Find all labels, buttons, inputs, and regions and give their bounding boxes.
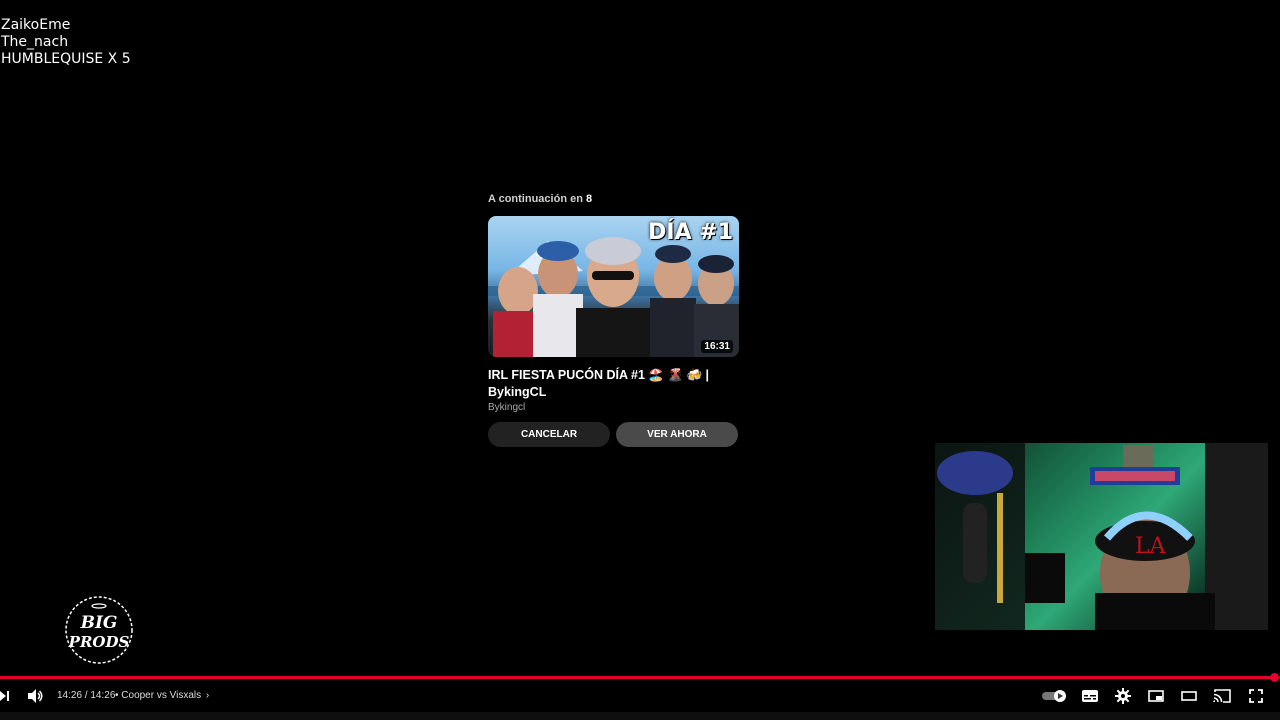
- bottom-strip: [0, 712, 1280, 720]
- thumbnail-badge: DÍA #1: [648, 220, 733, 245]
- watch-now-button[interactable]: VER AHORA: [616, 422, 738, 447]
- webcam-overlay: LA: [935, 443, 1268, 630]
- chapter-title[interactable]: • Cooper vs Visxals ›: [115, 690, 209, 701]
- up-next-thumbnail[interactable]: DÍA #1 16:31: [488, 216, 739, 357]
- up-next-actions: CANCELAR VER AHORA: [488, 422, 739, 447]
- progress-bar[interactable]: [0, 676, 1274, 679]
- scrubber-handle[interactable]: [1270, 673, 1279, 682]
- next-icon[interactable]: [0, 684, 12, 708]
- overlay-name-1: ZaikoEme: [1, 17, 71, 33]
- settings-icon[interactable]: [1113, 684, 1133, 708]
- big-prods-logo: BIG PRODS: [64, 595, 134, 665]
- theater-icon[interactable]: [1179, 684, 1199, 708]
- up-next-label: A continuación en 8: [488, 193, 739, 209]
- logo-text-2: PRODS: [68, 633, 130, 651]
- overlay-name-3: HUMBLEQUISE X 5: [1, 51, 131, 67]
- cancel-button[interactable]: CANCELAR: [488, 422, 610, 447]
- logo-badge: BIG PRODS: [65, 596, 133, 664]
- player-controls: 14:26 / 14:26 • Cooper vs Visxals ›: [0, 684, 1280, 708]
- up-next-channel[interactable]: Bykingcl: [488, 402, 739, 413]
- logo-text-1: BIG: [80, 613, 118, 633]
- time-display: 14:26 / 14:26: [57, 690, 116, 701]
- up-next-countdown: 8: [586, 193, 593, 205]
- overlay-name-2: The_nach: [1, 34, 69, 50]
- up-next-title[interactable]: IRL FIESTA PUCÓN DÍA #1 🏖️ 🌋 🍻 | BykingC…: [488, 367, 739, 401]
- up-next-card: A continuación en 8 DÍA #1 16:31 IRL FIE…: [488, 193, 739, 447]
- video-duration: 16:31: [701, 340, 733, 353]
- volume-icon[interactable]: [26, 684, 46, 708]
- stream-overlay-names: ZaikoEme The_nach HUMBLEQUISE X 5: [1, 17, 131, 68]
- up-next-prefix: A continuación en: [488, 193, 583, 205]
- chevron-right-icon: ›: [205, 690, 210, 701]
- cast-icon[interactable]: [1212, 684, 1232, 708]
- miniplayer-icon[interactable]: [1146, 684, 1166, 708]
- webcam-scene: LA: [935, 443, 1268, 630]
- subtitles-icon[interactable]: [1080, 684, 1100, 708]
- autoplay-toggle-icon[interactable]: [1041, 684, 1069, 708]
- chapter-label: • Cooper vs Visxals: [115, 690, 202, 701]
- svg-text:LA: LA: [1135, 534, 1167, 559]
- fullscreen-icon[interactable]: [1246, 684, 1266, 708]
